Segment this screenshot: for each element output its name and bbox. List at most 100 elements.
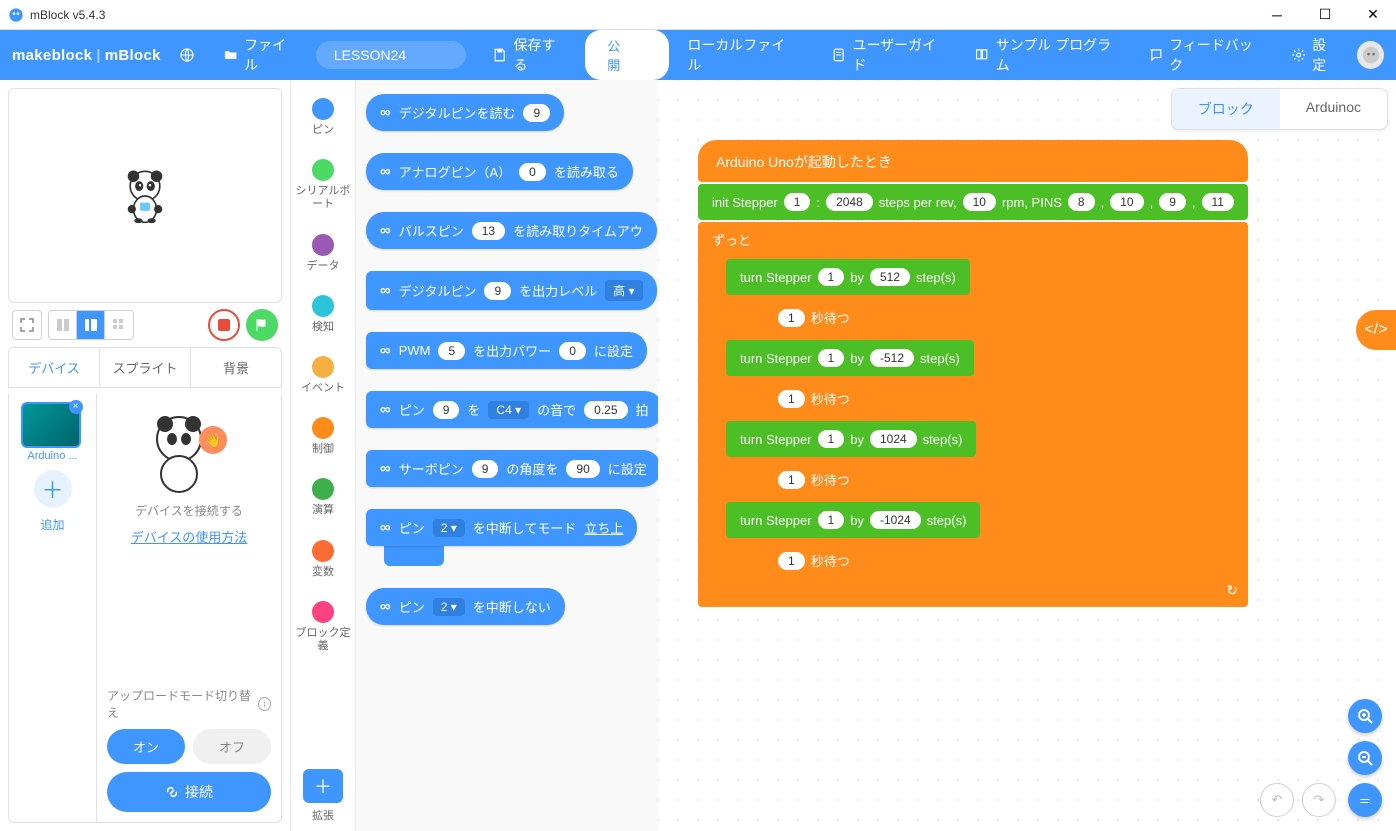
gear-icon — [1291, 47, 1306, 63]
zoom-out-icon — [1357, 750, 1373, 766]
category-検知[interactable]: 検知 — [291, 287, 355, 348]
tab-device[interactable]: デバイス — [9, 348, 100, 387]
palette-block[interactable]: ∞デジタルピンを読む9 — [366, 94, 564, 131]
loop-arrow-icon: ↻ — [1226, 582, 1238, 599]
zoom-in-icon — [1357, 708, 1373, 724]
category-変数[interactable]: 変数 — [291, 532, 355, 593]
script-stack[interactable]: Arduino Unoが起動したとき init Stepper 1 : 2048… — [698, 140, 1248, 607]
zoom-reset-button[interactable]: ＝ — [1348, 783, 1382, 817]
turn-stepper-block[interactable]: turn Stepper1by1024step(s) — [726, 421, 976, 457]
user-icon — [831, 47, 846, 63]
palette-block[interactable]: ∞サーボピン9の角度を90に設定 — [366, 450, 658, 487]
category-データ[interactable]: データ — [291, 226, 355, 287]
category-dot — [312, 417, 334, 439]
category-演算[interactable]: 演算 — [291, 470, 355, 531]
folder-icon — [223, 47, 238, 63]
palette-block[interactable]: ∞パルスピン13を読み取りタイムアウ — [366, 212, 657, 249]
zoom-in-button[interactable] — [1348, 699, 1382, 733]
publish-button[interactable]: 公 開 — [585, 30, 669, 80]
size-medium-button[interactable] — [77, 311, 105, 339]
palette-block[interactable]: ∞ピン2 ▾を中断しない — [366, 588, 565, 625]
palette-block[interactable]: ∞PWM5を出力パワー0に設定 — [366, 332, 647, 369]
user-guide-button[interactable]: ユーザーガイド — [821, 31, 956, 79]
category-label: 変数 — [310, 566, 336, 579]
init-stepper-block[interactable]: init Stepper 1 : 2048 steps per rev, 10 … — [698, 184, 1248, 220]
block-palette: ∞デジタルピンを読む9 ∞アナログピン（A）0を読み取る ∞パルスピン13を読み取り… — [356, 80, 658, 831]
samples-button[interactable]: サンプル プログラム — [964, 31, 1129, 79]
fullscreen-icon — [20, 318, 34, 332]
turn-stepper-block[interactable]: turn Stepper1by-512step(s) — [726, 340, 974, 376]
device-detail: 👋 デバイスを接続する デバイスの使用方法 アップロードモード切り替えi オン … — [97, 394, 281, 822]
palette-block[interactable]: ∞ピン2 ▾を中断してモード立ち上 — [366, 509, 637, 546]
code-toggle-fab[interactable]: </> — [1356, 310, 1396, 350]
maximize-button[interactable]: ☐ — [1310, 0, 1340, 30]
category-label: データ — [305, 260, 342, 273]
minimize-button[interactable]: ─ — [1262, 0, 1292, 30]
category-制御[interactable]: 制御 — [291, 409, 355, 470]
script-canvas[interactable]: ブロック Arduinoc Arduino Unoが起動したとき init St… — [658, 80, 1396, 831]
info-icon[interactable]: i — [258, 697, 271, 711]
save-button[interactable]: 保存する — [482, 31, 577, 79]
connect-button[interactable]: 接続 — [107, 772, 271, 812]
upload-toggle: オン オフ — [107, 729, 271, 764]
file-menu[interactable]: ファイル — [213, 31, 308, 79]
device-item-arduino[interactable]: × Arduino ... — [21, 402, 85, 462]
category-dot — [312, 356, 334, 378]
feedback-button[interactable]: フィードバック — [1138, 31, 1273, 79]
turn-stepper-block[interactable]: turn Stepper1by512step(s) — [726, 259, 970, 295]
close-button[interactable]: ✕ — [1358, 0, 1388, 30]
palette-block[interactable]: ∞アナログピン（A）0を読み取る — [366, 153, 633, 190]
tab-arduino-code[interactable]: Arduinoc — [1280, 89, 1387, 129]
grid-med-icon — [84, 318, 98, 332]
language-button[interactable] — [169, 43, 205, 67]
undo-redo: ↶ ↷ — [1260, 783, 1336, 817]
category-dot — [312, 98, 334, 120]
undo-button[interactable]: ↶ — [1260, 783, 1294, 817]
fullscreen-button[interactable] — [13, 311, 41, 339]
size-large-button[interactable] — [105, 311, 133, 339]
project-name-input[interactable]: LESSON24 — [316, 41, 466, 69]
stop-button[interactable] — [208, 309, 240, 341]
chat-icon — [1148, 47, 1163, 63]
turn-stepper-block[interactable]: turn Stepper1by-1024step(s) — [726, 502, 980, 538]
hat-block[interactable]: Arduino Unoが起動したとき — [698, 140, 1248, 182]
run-flag-button[interactable] — [246, 309, 278, 341]
wait-block[interactable]: 1秒待つ — [764, 299, 864, 336]
device-remove-icon[interactable]: × — [69, 400, 83, 414]
forever-block[interactable]: ずっと turn Stepper1by512step(s)1秒待つturn St… — [698, 222, 1248, 607]
device-usage-link[interactable]: デバイスの使用方法 — [131, 527, 248, 546]
tab-sprite[interactable]: スプライト — [100, 348, 191, 387]
size-small-button[interactable] — [49, 311, 77, 339]
stage-controls — [8, 309, 282, 341]
sprite-panda-icon — [120, 168, 170, 224]
category-label: 検知 — [310, 321, 336, 334]
add-device-label: 追加 — [40, 516, 64, 533]
category-ブロック定義[interactable]: ブロック定義 — [291, 593, 355, 667]
category-dot — [312, 478, 334, 500]
wait-block[interactable]: 1秒待つ — [764, 461, 864, 498]
settings-button[interactable]: 設定 — [1281, 31, 1349, 79]
local-file-button[interactable]: ローカルファイル — [677, 31, 805, 79]
category-ピン[interactable]: ピン — [291, 90, 355, 151]
tab-backdrop[interactable]: 背景 — [191, 348, 281, 387]
wait-block[interactable]: 1秒待つ — [764, 542, 864, 579]
redo-button[interactable]: ↷ — [1302, 783, 1336, 817]
toggle-off-button[interactable]: オフ — [193, 729, 271, 764]
extension-button[interactable]: ＋ — [303, 769, 343, 803]
category-イベント[interactable]: イベント — [291, 348, 355, 409]
palette-block[interactable]: ∞デジタルピン9を出力レベル高 ▾ — [366, 271, 657, 310]
tab-blocks[interactable]: ブロック — [1172, 89, 1280, 129]
category-dot — [312, 159, 334, 181]
category-label: ピン — [310, 124, 336, 137]
zoom-out-button[interactable] — [1348, 741, 1382, 775]
connect-hint: デバイスを接続する — [135, 502, 243, 519]
category-column: ピンシリアルポートデータ検知イベント制御演算変数ブロック定義＋拡張 — [290, 80, 356, 831]
add-device-button[interactable]: ＋ — [34, 470, 72, 508]
palette-block[interactable]: ∞ピン9をC4 ▾の音で0.25拍 — [366, 391, 658, 428]
toggle-on-button[interactable]: オン — [107, 729, 185, 764]
wait-block[interactable]: 1秒待つ — [764, 380, 864, 417]
helper-illustration: 👋 — [139, 404, 239, 494]
category-シリアルポート[interactable]: シリアルポート — [291, 151, 355, 225]
user-avatar[interactable] — [1357, 41, 1384, 69]
category-label: イベント — [299, 382, 347, 395]
